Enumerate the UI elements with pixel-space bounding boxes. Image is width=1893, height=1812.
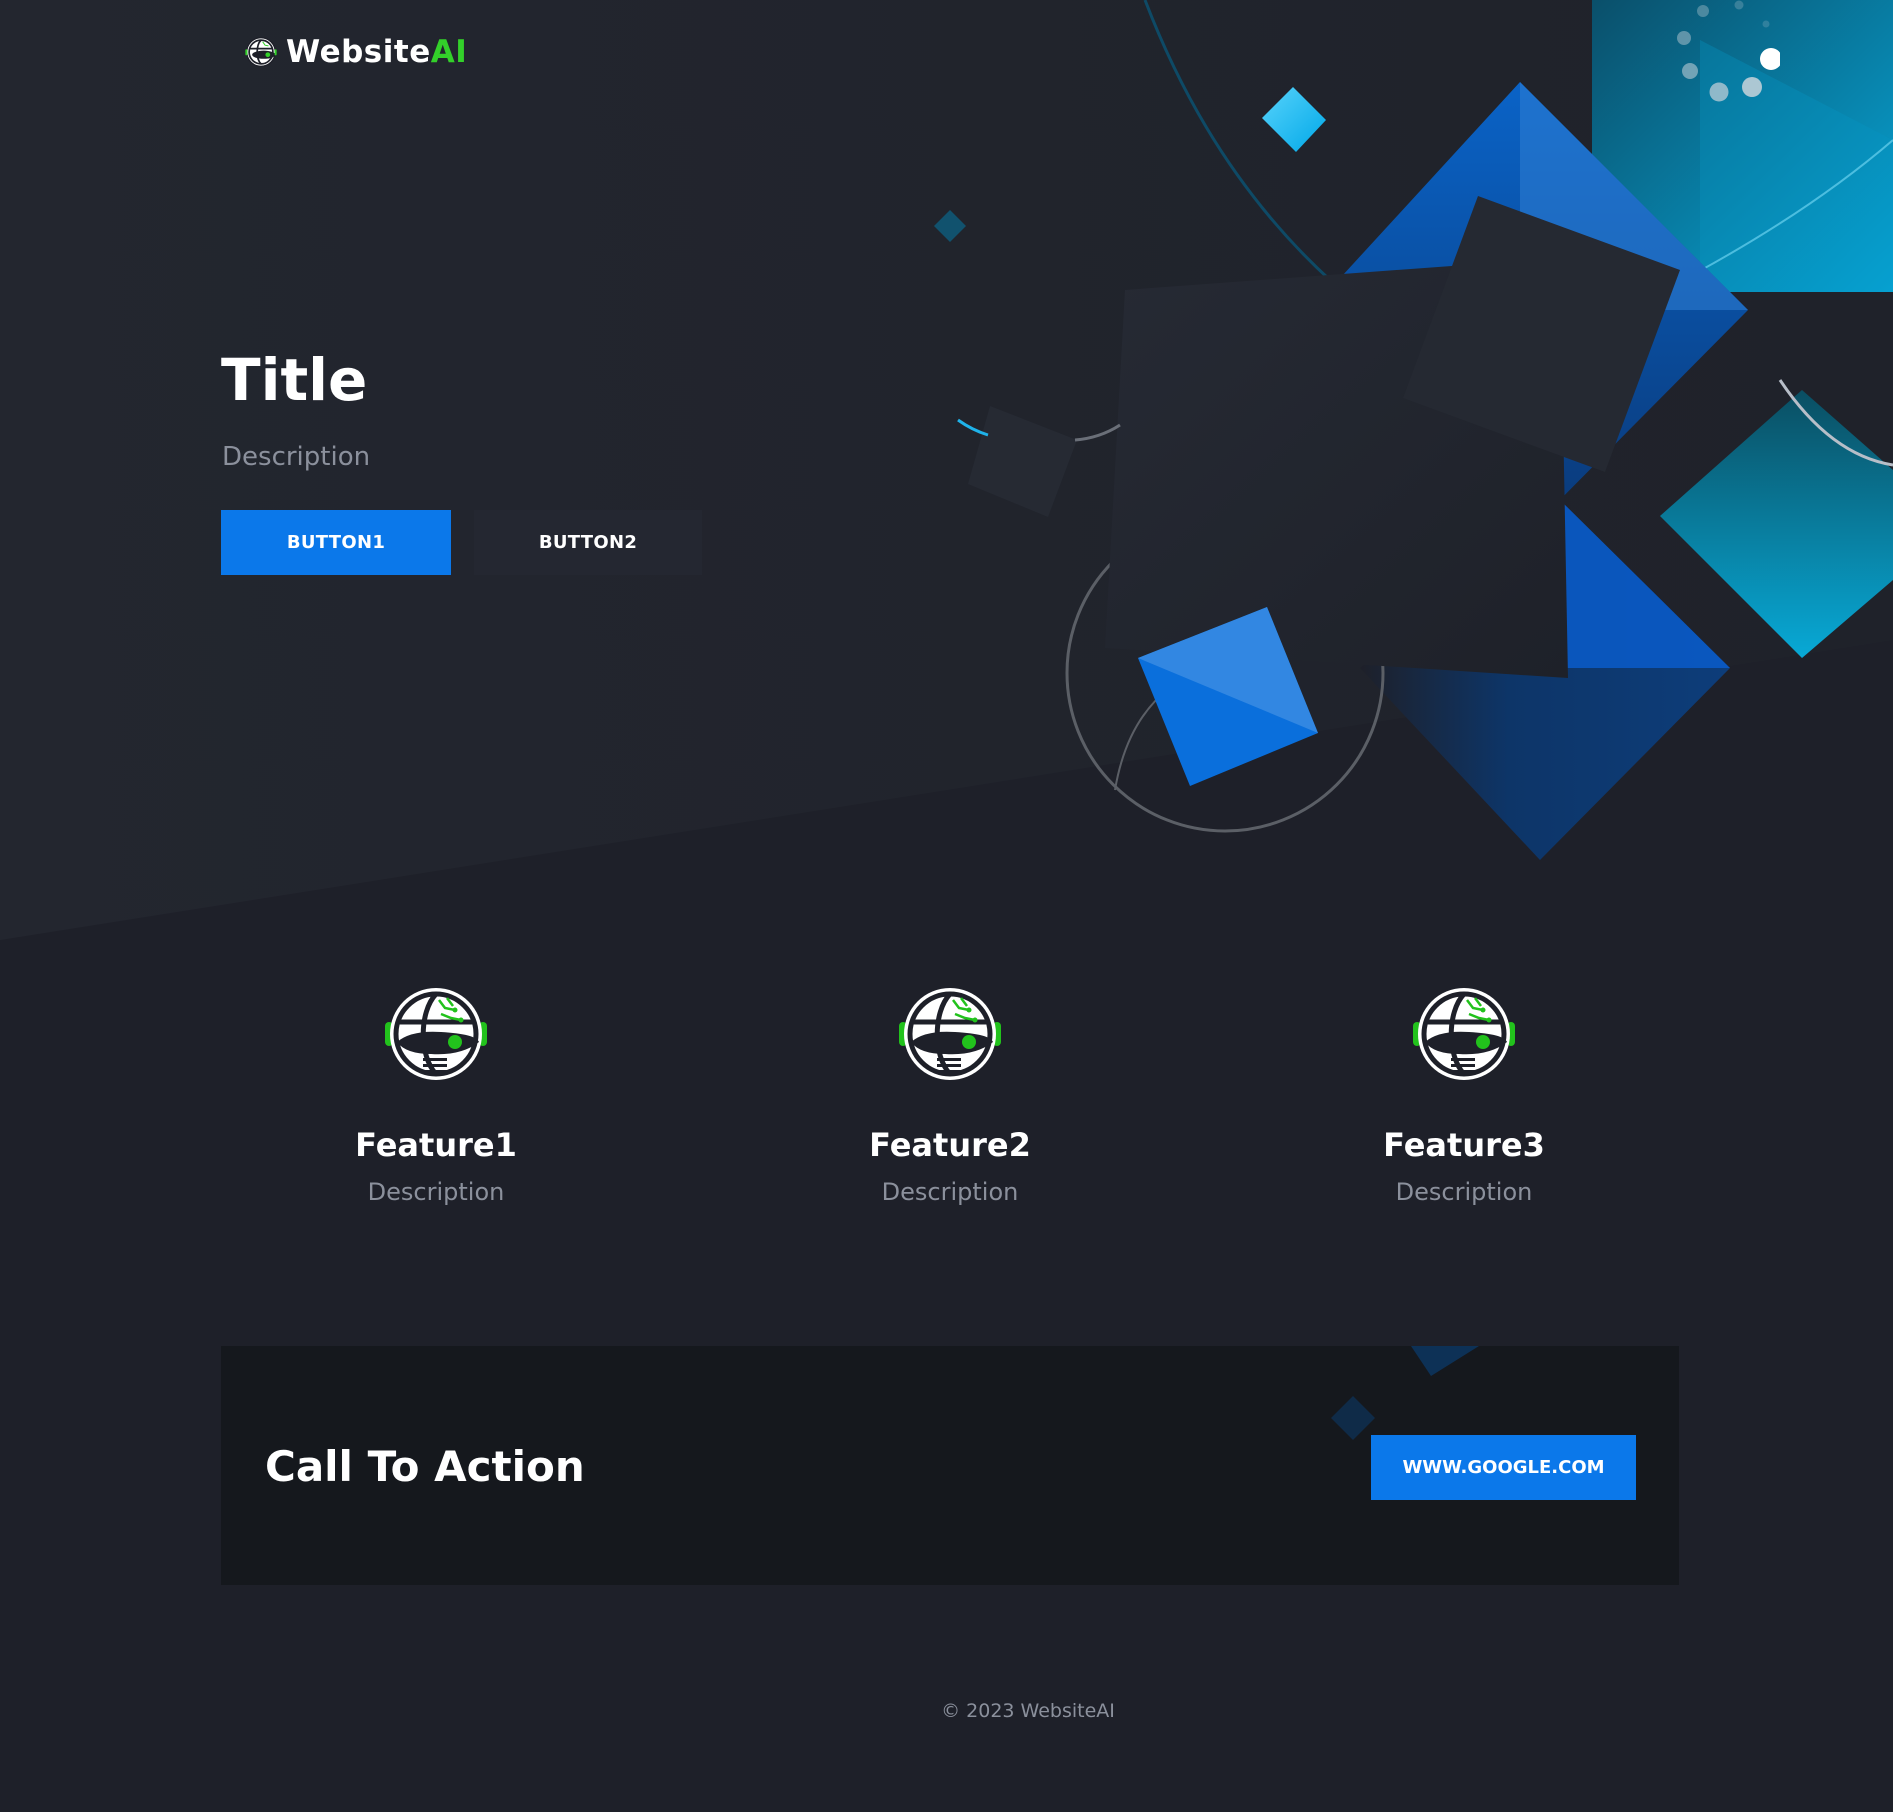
- hero-title: Title: [221, 346, 368, 414]
- loading-spinner-icon: [1677, 0, 1780, 102]
- brand-logo[interactable]: WebsiteAI: [244, 34, 467, 70]
- brand-name: WebsiteAI: [286, 34, 467, 70]
- brand-name-accent: AI: [430, 34, 468, 70]
- feature-description: Description: [367, 1178, 505, 1206]
- button1[interactable]: BUTTON1: [221, 510, 451, 575]
- feature-description: Description: [881, 1178, 1019, 1206]
- feature-title: Feature3: [1383, 1126, 1545, 1164]
- landing-page: WebsiteAI Title Description BUTTON1 BUTT…: [0, 0, 1893, 1812]
- feature-card: Feature1 Description: [256, 984, 616, 1206]
- globe-robot-icon: [899, 988, 1001, 1080]
- hero-description: Description: [222, 442, 371, 472]
- feature-title: Feature2: [869, 1126, 1031, 1164]
- brand-name-main: Website: [286, 34, 431, 70]
- cta-title: Call To Action: [265, 1442, 585, 1491]
- footer-copyright: © 2023 WebsiteAI: [941, 1700, 1115, 1722]
- feature-description: Description: [1395, 1178, 1533, 1206]
- globe-robot-icon: [1413, 988, 1515, 1080]
- hero-background: [0, 0, 1893, 940]
- button2[interactable]: BUTTON2: [474, 510, 702, 575]
- call-to-action-banner: Call To Action WWW.GOOGLE.COM: [221, 1346, 1679, 1585]
- feature-title: Feature1: [355, 1126, 517, 1164]
- feature-card: Feature2 Description: [770, 984, 1130, 1206]
- globe-robot-icon: [385, 988, 487, 1080]
- globe-robot-icon: [245, 37, 277, 67]
- cta-link-button[interactable]: WWW.GOOGLE.COM: [1371, 1435, 1636, 1500]
- feature-card: Feature3 Description: [1284, 984, 1644, 1206]
